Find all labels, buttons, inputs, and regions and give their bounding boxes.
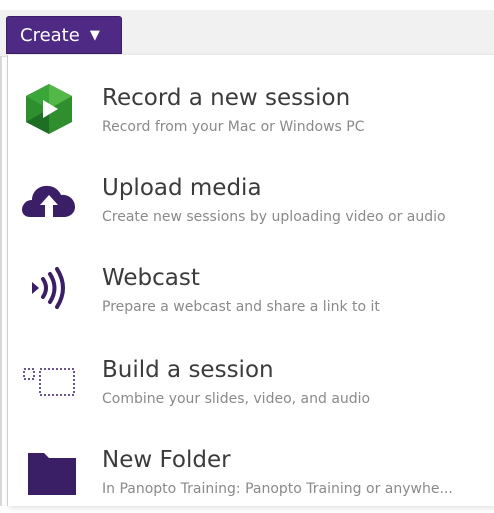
menu-item-title: Record a new session (102, 85, 351, 111)
create-button[interactable]: Create ▼ (6, 16, 122, 54)
build-session-icon (23, 368, 75, 396)
caret-down-icon: ▼ (89, 27, 100, 43)
menu-item-title: Upload media (102, 175, 262, 201)
menu-item-new-folder[interactable]: New Folder In Panopto Training: Panopto … (8, 427, 494, 513)
menu-item-description: Prepare a webcast and share a link to it (102, 299, 380, 315)
menu-item-description: Record from your Mac or Windows PC (102, 119, 365, 135)
menu-item-build-session[interactable]: Build a session Combine your slides, vid… (8, 337, 494, 423)
menu-item-description: Combine your slides, video, and audio (102, 391, 371, 407)
folder-icon (28, 453, 76, 495)
panopto-record-icon (26, 84, 72, 134)
cloud-upload-icon (22, 185, 75, 217)
create-button-label: Create (20, 24, 80, 46)
menu-item-description: Create new sessions by uploading video o… (102, 209, 446, 225)
menu-item-webcast[interactable]: Webcast Prepare a webcast and share a li… (8, 245, 494, 331)
broadcast-icon (32, 267, 65, 309)
create-dropdown-menu: Record a new session Record from your Ma… (7, 55, 494, 506)
menu-item-title: New Folder (102, 447, 231, 473)
page-edge-divider (0, 56, 2, 506)
menu-item-title: Build a session (102, 357, 274, 383)
menu-item-upload-media[interactable]: Upload media Create new sessions by uplo… (8, 155, 494, 241)
menu-item-title: Webcast (102, 265, 200, 291)
menu-item-record-session[interactable]: Record a new session Record from your Ma… (8, 65, 494, 151)
menu-item-description: In Panopto Training: Panopto Training or… (102, 481, 453, 497)
